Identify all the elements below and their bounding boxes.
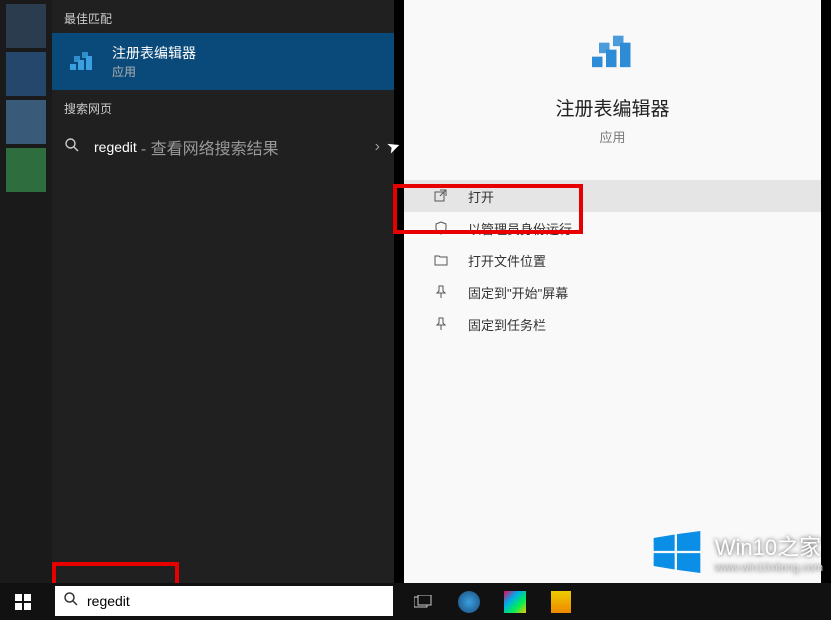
detail-title: 注册表编辑器 [555,94,669,121]
taskbar-app[interactable] [492,583,538,620]
start-button[interactable] [0,583,46,620]
desktop-area [0,0,52,583]
action-pin-taskbar[interactable]: 固定到任务栏 [404,308,821,340]
action-label: 打开文件位置 [468,251,546,270]
search-results-panel: 最佳匹配 注册表编辑器 应用 搜索网页 regedit - 查看网络搜索结果 [52,0,394,583]
detail-panel: 注册表编辑器 应用 打开 以管理员身份运行 打开文件位置 固定到"开始"屏幕 [404,0,821,583]
pin-start-icon [432,285,450,299]
taskbar-app[interactable] [538,583,584,620]
desktop-icon[interactable] [6,52,46,96]
web-header: 搜索网页 [52,90,394,123]
action-label: 以管理员身份运行 [468,219,572,238]
search-icon [64,137,80,158]
web-suffix: - 查看网络搜索结果 [141,135,279,159]
best-match-header: 最佳匹配 [52,0,394,33]
watermark-url: www.win10xitong.com [715,562,823,574]
action-pin-start[interactable]: 固定到"开始"屏幕 [404,276,821,308]
admin-icon [432,221,450,235]
action-label: 固定到"开始"屏幕 [468,283,568,302]
search-icon [63,591,79,612]
watermark-title: Win10之家 [715,530,823,562]
taskbar-app[interactable] [446,583,492,620]
regedit-icon [585,24,641,80]
action-label: 固定到任务栏 [468,315,546,334]
detail-subtitle: 应用 [599,127,625,146]
desktop-icon[interactable] [6,100,46,144]
desktop-icon[interactable] [6,4,46,48]
pin-taskbar-icon [432,317,450,331]
action-label: 打开 [468,187,494,206]
action-open[interactable]: 打开 [404,180,821,212]
action-open-file-location[interactable]: 打开文件位置 [404,244,821,276]
regedit-icon [64,44,100,80]
desktop-icon[interactable] [6,148,46,192]
web-search-row[interactable]: regedit - 查看网络搜索结果 › [52,123,394,171]
web-term: regedit [94,139,137,155]
action-run-as-admin[interactable]: 以管理员身份运行 [404,212,821,244]
chevron-right-icon: › [375,138,380,156]
result-title: 注册表编辑器 [112,43,196,63]
result-subtitle: 应用 [112,63,196,80]
folder-icon [432,253,450,267]
taskbar [0,583,831,620]
watermark: Win10之家 www.win10xitong.com [649,524,823,580]
windows-logo-icon [649,524,705,580]
action-list: 打开 以管理员身份运行 打开文件位置 固定到"开始"屏幕 固定到任务栏 [404,180,821,340]
taskbar-search-input[interactable] [87,593,393,609]
open-icon [432,189,450,203]
result-regedit[interactable]: 注册表编辑器 应用 [52,33,394,90]
taskbar-search-box[interactable] [55,586,393,616]
task-view-button[interactable] [400,583,446,620]
